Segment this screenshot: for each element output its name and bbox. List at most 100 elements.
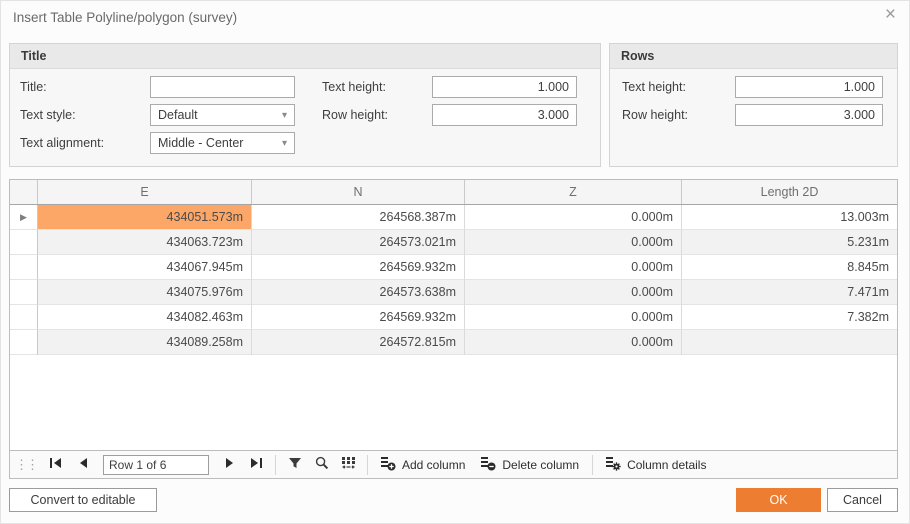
rows-group-header: Rows xyxy=(610,44,897,69)
row-selector[interactable] xyxy=(10,230,38,255)
cell[interactable]: 264572.815m xyxy=(252,330,465,355)
rows-row-height-input[interactable] xyxy=(735,104,883,126)
title-input[interactable] xyxy=(150,76,295,98)
close-icon[interactable]: × xyxy=(885,5,896,25)
fit-columns-icon xyxy=(341,456,356,473)
column-header-z[interactable]: Z xyxy=(465,180,682,204)
toolbar-separator xyxy=(367,455,368,475)
chevron-down-icon: ▾ xyxy=(282,110,287,121)
delete-column-label: Delete column xyxy=(502,458,579,472)
toolbar-grip-icon: ⋮⋮ xyxy=(15,457,37,473)
search-button[interactable] xyxy=(308,454,335,476)
add-column-label: Add column xyxy=(402,458,465,472)
add-column-icon xyxy=(381,456,397,474)
cell[interactable] xyxy=(682,330,897,355)
cell[interactable]: 0.000m xyxy=(465,280,682,305)
row-selector[interactable] xyxy=(10,330,38,355)
next-record-button[interactable] xyxy=(216,454,243,476)
title-row-height-input[interactable] xyxy=(432,104,577,126)
title-group: Title Title: Text style: Default ▾ Text … xyxy=(9,43,601,167)
cell-selected[interactable]: 434051.573m xyxy=(38,205,252,230)
title-text-height-label: Text height: xyxy=(322,76,386,98)
cell[interactable]: 264573.021m xyxy=(252,230,465,255)
column-details-icon xyxy=(606,456,622,474)
rows-text-height-label: Text height: xyxy=(622,76,686,98)
toolbar-separator xyxy=(275,455,276,475)
cell[interactable]: 434082.463m xyxy=(38,305,252,330)
dialog-title: Insert Table Polyline/polygon (survey) xyxy=(13,10,237,25)
text-alignment-label: Text alignment: xyxy=(20,132,104,154)
column-details-button[interactable]: Column details xyxy=(598,454,714,476)
table-row: ▶ 434051.573m 264568.387m 0.000m 13.003m xyxy=(10,205,897,230)
search-icon xyxy=(315,456,329,473)
column-details-label: Column details xyxy=(627,458,706,472)
table-row: 434082.463m 264569.932m 0.000m 7.382m xyxy=(10,305,897,330)
table-row: 434075.976m 264573.638m 0.000m 7.471m xyxy=(10,280,897,305)
title-group-header: Title xyxy=(10,44,600,69)
text-style-dropdown[interactable]: Default ▾ xyxy=(150,104,295,126)
column-header-e[interactable]: E xyxy=(38,180,252,204)
cell[interactable]: 8.845m xyxy=(682,255,897,280)
column-header-length2d[interactable]: Length 2D xyxy=(682,180,897,204)
toolbar-separator xyxy=(592,455,593,475)
ok-button[interactable]: OK xyxy=(736,488,821,512)
table-header-row: E N Z Length 2D xyxy=(10,180,897,205)
next-record-icon xyxy=(224,457,236,472)
delete-column-button[interactable]: Delete column xyxy=(473,454,587,476)
cell[interactable]: 264569.932m xyxy=(252,305,465,330)
text-style-value: Default xyxy=(158,108,198,122)
cell[interactable]: 0.000m xyxy=(465,330,682,355)
title-text-height-input[interactable] xyxy=(432,76,577,98)
insert-table-dialog: Insert Table Polyline/polygon (survey) ×… xyxy=(0,0,910,524)
rows-text-height-input[interactable] xyxy=(735,76,883,98)
fit-columns-button[interactable] xyxy=(335,454,362,476)
last-record-button[interactable] xyxy=(243,454,270,476)
cell[interactable]: 13.003m xyxy=(682,205,897,230)
table-row: 434089.258m 264572.815m 0.000m xyxy=(10,330,897,355)
table-row: 434067.945m 264569.932m 0.000m 8.845m xyxy=(10,255,897,280)
previous-record-button[interactable] xyxy=(69,454,96,476)
row-selector[interactable] xyxy=(10,255,38,280)
cell[interactable]: 7.382m xyxy=(682,305,897,330)
cancel-button[interactable]: Cancel xyxy=(827,488,898,512)
table-row: 434063.723m 264573.021m 0.000m 5.231m xyxy=(10,230,897,255)
filter-button[interactable] xyxy=(281,454,308,476)
convert-to-editable-button[interactable]: Convert to editable xyxy=(9,488,157,512)
filter-icon xyxy=(288,456,302,473)
add-column-button[interactable]: Add column xyxy=(373,454,473,476)
row-selector-header xyxy=(10,180,38,204)
cell[interactable]: 434089.258m xyxy=(38,330,252,355)
delete-column-icon xyxy=(481,456,497,474)
first-record-icon xyxy=(49,457,62,472)
cell[interactable]: 434067.945m xyxy=(38,255,252,280)
cell[interactable]: 0.000m xyxy=(465,305,682,330)
cell[interactable]: 264569.932m xyxy=(252,255,465,280)
cell[interactable]: 264568.387m xyxy=(252,205,465,230)
rows-group: Rows Text height: Row height: xyxy=(609,43,898,167)
cell[interactable]: 434075.976m xyxy=(38,280,252,305)
cell[interactable]: 5.231m xyxy=(682,230,897,255)
column-header-n[interactable]: N xyxy=(252,180,465,204)
current-row-indicator-icon: ▶ xyxy=(20,212,27,223)
cell[interactable]: 7.471m xyxy=(682,280,897,305)
title-label: Title: xyxy=(20,76,47,98)
title-row-height-label: Row height: xyxy=(322,104,388,126)
cell[interactable]: 434063.723m xyxy=(38,230,252,255)
cell[interactable]: 0.000m xyxy=(465,230,682,255)
last-record-icon xyxy=(250,457,263,472)
rows-row-height-label: Row height: xyxy=(622,104,688,126)
first-record-button[interactable] xyxy=(42,454,69,476)
text-style-label: Text style: xyxy=(20,104,76,126)
row-selector[interactable]: ▶ xyxy=(10,205,38,230)
title-group-body: Title: Text style: Default ▾ Text alignm… xyxy=(10,69,600,166)
text-alignment-dropdown[interactable]: Middle - Center ▾ xyxy=(150,132,295,154)
text-alignment-value: Middle - Center xyxy=(158,136,243,150)
chevron-down-icon: ▾ xyxy=(282,138,287,149)
record-position-input[interactable] xyxy=(103,455,209,475)
cell[interactable]: 0.000m xyxy=(465,255,682,280)
cell[interactable]: 0.000m xyxy=(465,205,682,230)
coordinates-table: E N Z Length 2D ▶ 434051.573m 264568.387… xyxy=(9,179,898,451)
row-selector[interactable] xyxy=(10,280,38,305)
cell[interactable]: 264573.638m xyxy=(252,280,465,305)
row-selector[interactable] xyxy=(10,305,38,330)
